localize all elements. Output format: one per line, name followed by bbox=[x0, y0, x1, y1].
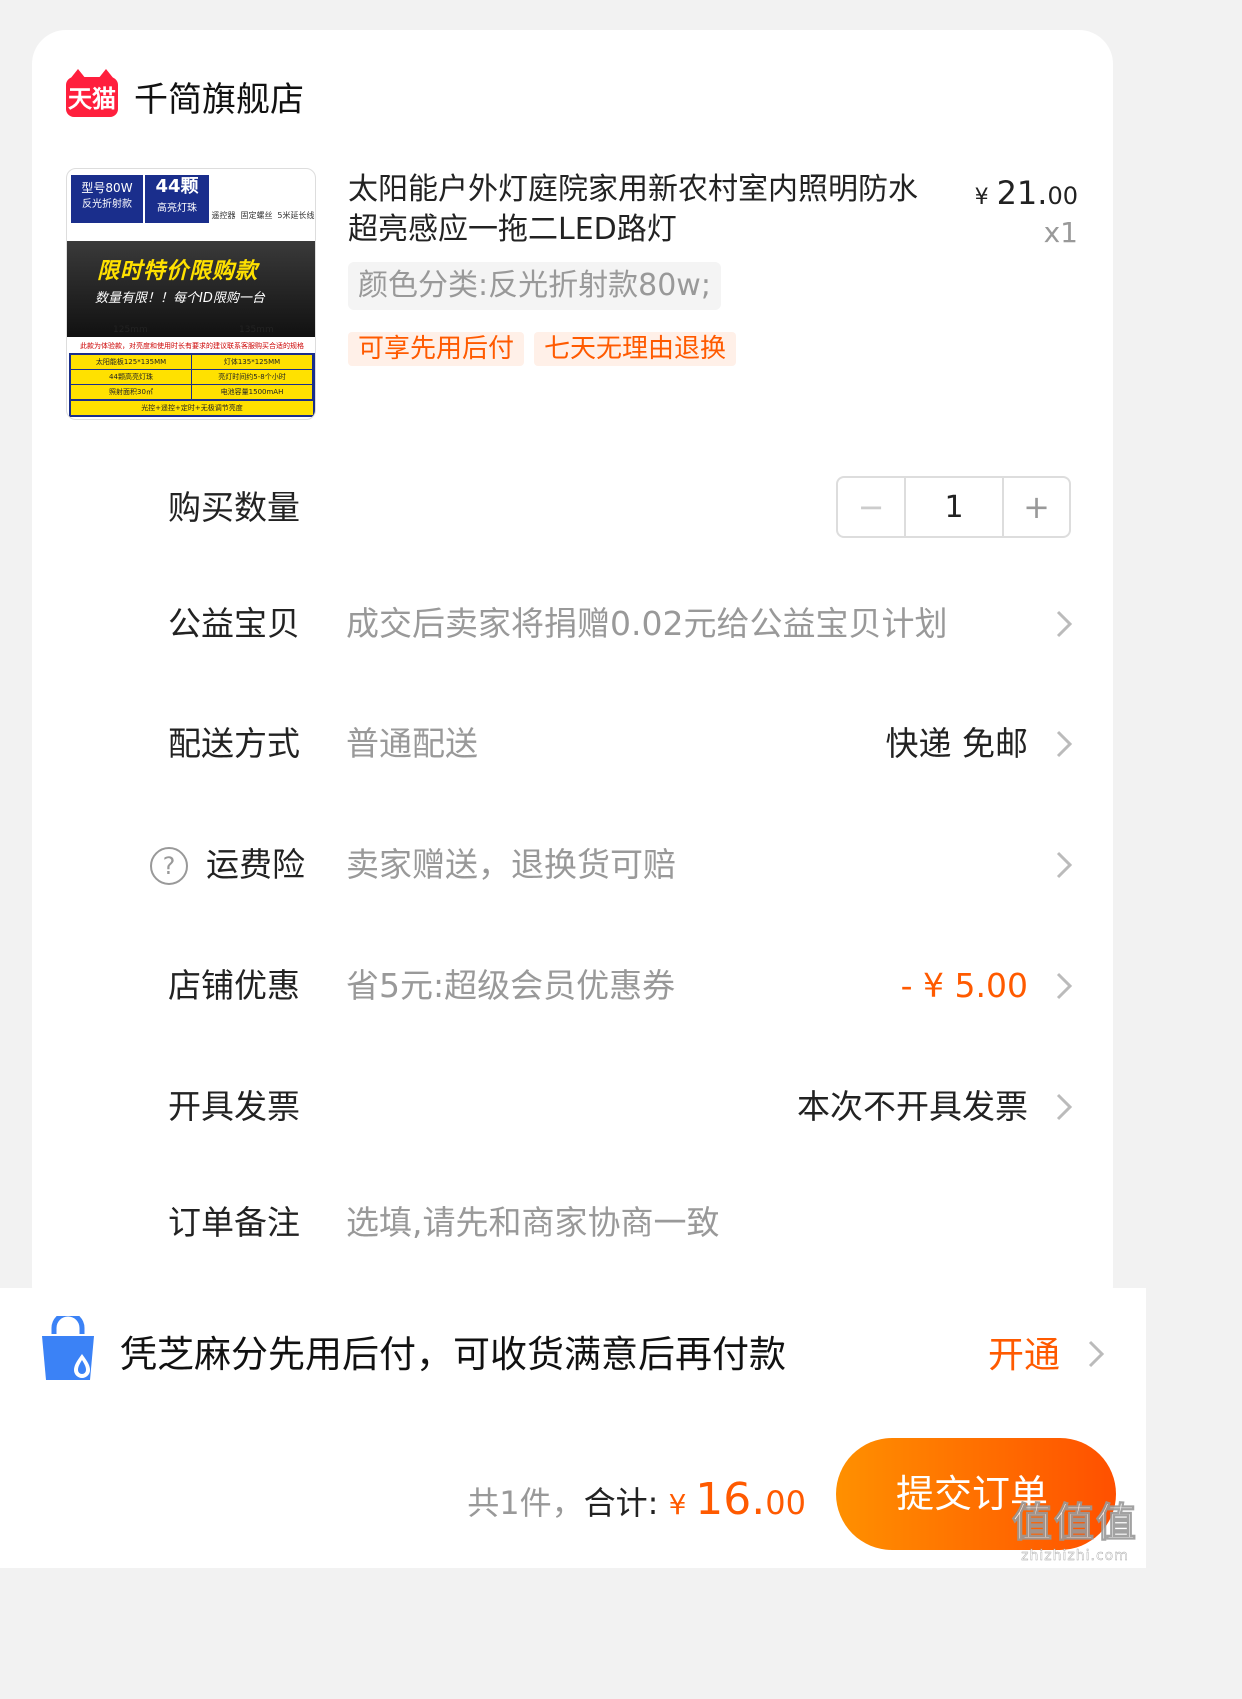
discount-amount: - ¥ 5.00 bbox=[900, 966, 1028, 1005]
thumb-model-label: 型号80W bbox=[81, 181, 133, 195]
thumb-top-row: 型号80W 反光折射款 44颗 高亮灯珠 遥控器 固定螺丝 5米延长线 bbox=[67, 169, 315, 231]
chevron-right-icon bbox=[1056, 1093, 1073, 1121]
thumb-note: 此款为体验款，对亮度和使用时长有要求的建议联系客服购买合适的规格 bbox=[80, 342, 304, 350]
product-thumbnail[interactable]: 型号80W 反光折射款 44颗 高亮灯珠 遥控器 固定螺丝 5米延长线 限时特价… bbox=[66, 168, 316, 420]
price-currency: ¥ bbox=[974, 185, 989, 210]
invoice-value: 本次不开具发票 bbox=[797, 1087, 1028, 1126]
thumb-beads-label: 44颗 bbox=[155, 176, 199, 197]
thumb-beads-sub: 高亮灯珠 bbox=[157, 203, 197, 214]
decrease-button[interactable]: − bbox=[838, 478, 906, 536]
help-icon[interactable]: ? bbox=[150, 847, 188, 885]
remark-input[interactable]: 选填,请先和商家协商一致 bbox=[346, 1193, 720, 1253]
total-integer: 16. bbox=[695, 1474, 766, 1525]
thumb-promo: 限时特价限购款 bbox=[97, 259, 259, 284]
quantity-value[interactable]: 1 bbox=[906, 478, 1004, 536]
thumb-spec-cell: 44颗高亮灯珠 bbox=[71, 370, 192, 385]
site-watermark: 值值值 zhizhizhi.com bbox=[1012, 1490, 1138, 1565]
shopping-bag-icon bbox=[42, 1316, 94, 1380]
charity-value: 成交后卖家将捐赠0.02元给公益宝贝计划 bbox=[346, 604, 948, 643]
shop-header[interactable]: 天猫 千简旗舰店 bbox=[66, 68, 304, 121]
thumb-dim-2: 135mm bbox=[239, 325, 274, 335]
thumb-beads: 44颗 高亮灯珠 bbox=[145, 175, 209, 223]
shop-name: 千简旗舰店 bbox=[134, 80, 304, 120]
insurance-row[interactable]: ? 运费险 卖家赠送，退换货可赔 bbox=[0, 835, 1146, 895]
total-amount: ¥ 16.00 bbox=[668, 1474, 806, 1525]
thumb-spec-cell: 照射面积30㎡ bbox=[71, 385, 192, 400]
watermark-url: zhizhizhi.com bbox=[1021, 1548, 1129, 1564]
thumb-acc-screws: 固定螺丝 bbox=[240, 211, 273, 220]
chevron-right-icon bbox=[1088, 1340, 1105, 1368]
thumb-accessories: 遥控器 固定螺丝 5米延长线 bbox=[209, 169, 315, 231]
sku-selector[interactable]: 颜色分类:反光折射款80w; bbox=[348, 262, 721, 310]
service-tags: 可享先用后付 七天无理由退换 bbox=[348, 332, 737, 366]
credit-pay-text: 凭芝麻分先用后付，可收货满意后再付款 bbox=[120, 1333, 786, 1376]
thumb-spec-cell: 灯体135*125MM bbox=[192, 355, 313, 370]
charity-label: 公益宝贝 bbox=[168, 604, 300, 643]
thumb-promo-sub: 数量有限！！每个ID限购一台 bbox=[95, 291, 265, 306]
tag-seven-day-return: 七天无理由退换 bbox=[534, 332, 737, 366]
insurance-value: 卖家赠送，退换货可赔 bbox=[346, 845, 676, 884]
credit-pay-activate[interactable]: 开通 bbox=[988, 1326, 1060, 1378]
discount-value: 省5元:超级会员优惠券 bbox=[346, 966, 676, 1005]
price-decimal: 00 bbox=[1047, 182, 1078, 210]
remark-label: 订单备注 bbox=[168, 1203, 300, 1242]
order-total: 共1件，合计: ¥ 16.00 bbox=[467, 1474, 806, 1525]
remark-row: 订单备注 选填,请先和商家协商一致 bbox=[0, 1193, 1146, 1253]
price-integer: 21. bbox=[996, 174, 1048, 212]
thumb-acc-remote: 遥控器 bbox=[211, 211, 236, 220]
thumb-spec-cell: 电池容量1500mAH bbox=[192, 385, 313, 400]
product-quantity-mark: x1 bbox=[1043, 216, 1078, 249]
invoice-label: 开具发票 bbox=[168, 1087, 300, 1126]
increase-button[interactable]: + bbox=[1004, 478, 1069, 536]
thumb-acc-cable: 5米延长线 bbox=[277, 211, 315, 220]
insurance-label: 运费险 bbox=[206, 845, 305, 884]
thumb-model: 型号80W 反光折射款 bbox=[71, 175, 143, 223]
item-count: 共1件， bbox=[467, 1484, 584, 1522]
thumb-spec-cell: 亮灯时间约5-8个小时 bbox=[192, 370, 313, 385]
total-decimal: 00 bbox=[765, 1484, 806, 1522]
delivery-fee: 快递 免邮 bbox=[885, 724, 1029, 763]
product-price: ¥21.00 bbox=[975, 174, 1078, 212]
discount-label: 店铺优惠 bbox=[168, 966, 300, 1005]
tag-pay-later: 可享先用后付 bbox=[348, 332, 525, 366]
quantity-label: 购买数量 bbox=[168, 488, 300, 527]
chevron-right-icon bbox=[1056, 972, 1073, 1000]
thumb-model-sub: 反光折射款 bbox=[82, 199, 132, 210]
thumb-dim-1: 125mm bbox=[113, 325, 148, 335]
thumb-spec-table: 太阳能板125*135MM 灯体135*125MM 44颗高亮灯珠 亮灯时间约5… bbox=[69, 353, 315, 401]
delivery-label: 配送方式 bbox=[168, 724, 300, 763]
delivery-row[interactable]: 配送方式 普通配送 快递 免邮 bbox=[0, 714, 1146, 774]
chevron-right-icon bbox=[1056, 851, 1073, 879]
tmall-logo: 天猫 bbox=[66, 68, 118, 117]
checkout-bar: 共1件，合计: ¥ 16.00 提交订单 bbox=[0, 1418, 1146, 1568]
total-label: 合计: bbox=[583, 1484, 659, 1522]
shop-discount-row[interactable]: 店铺优惠 省5元:超级会员优惠券 - ¥ 5.00 bbox=[0, 956, 1146, 1016]
thumb-feature-footer: 光控+遥控+定时+无极调节亮度 bbox=[69, 401, 315, 417]
charity-row[interactable]: 公益宝贝 成交后卖家将捐赠0.02元给公益宝贝计划 bbox=[0, 594, 1146, 654]
total-currency: ¥ bbox=[668, 1488, 696, 1521]
chevron-right-icon bbox=[1056, 730, 1073, 758]
invoice-row[interactable]: 开具发票 本次不开具发票 bbox=[0, 1077, 1146, 1137]
product-title[interactable]: 太阳能户外灯庭院家用新农村室内照明防水超亮感应一拖二LED路灯 bbox=[348, 170, 938, 250]
credit-pay-banner[interactable]: 凭芝麻分先用后付，可收货满意后再付款 开通 bbox=[0, 1288, 1146, 1418]
quantity-stepper[interactable]: − 1 + bbox=[836, 476, 1071, 538]
watermark-logo: 值值值 bbox=[1012, 1500, 1138, 1547]
delivery-value: 普通配送 bbox=[346, 724, 478, 763]
thumb-spec-cell: 太阳能板125*135MM bbox=[71, 355, 192, 370]
chevron-right-icon bbox=[1056, 610, 1073, 638]
